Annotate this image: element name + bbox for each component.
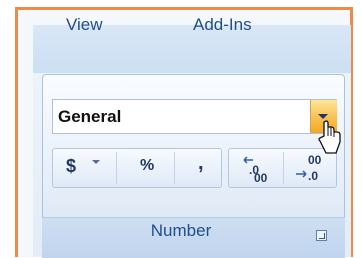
svg-text:.0: .0	[308, 169, 318, 183]
number-format-buttons	[52, 148, 222, 188]
tab-add-ins[interactable]: Add-Ins	[193, 15, 252, 35]
divider	[116, 152, 117, 184]
tab-view[interactable]: View	[66, 15, 103, 35]
comma-style-button[interactable]: ,	[198, 152, 204, 175]
chevron-down-icon[interactable]	[92, 160, 100, 164]
percent-style-button[interactable]: %	[140, 157, 154, 175]
number-format-value: General	[58, 107, 122, 126]
currency-button[interactable]: $	[66, 156, 76, 177]
dialog-launcher-icon[interactable]	[316, 230, 327, 241]
chevron-down-icon	[318, 114, 328, 119]
mouse-pointer-icon	[318, 120, 341, 154]
svg-text:00: 00	[254, 171, 268, 184]
number-group-label: Number	[150, 221, 212, 240]
divider	[283, 152, 284, 184]
divider	[174, 152, 175, 184]
increase-decimal-icon[interactable]: .0 00	[240, 152, 278, 184]
